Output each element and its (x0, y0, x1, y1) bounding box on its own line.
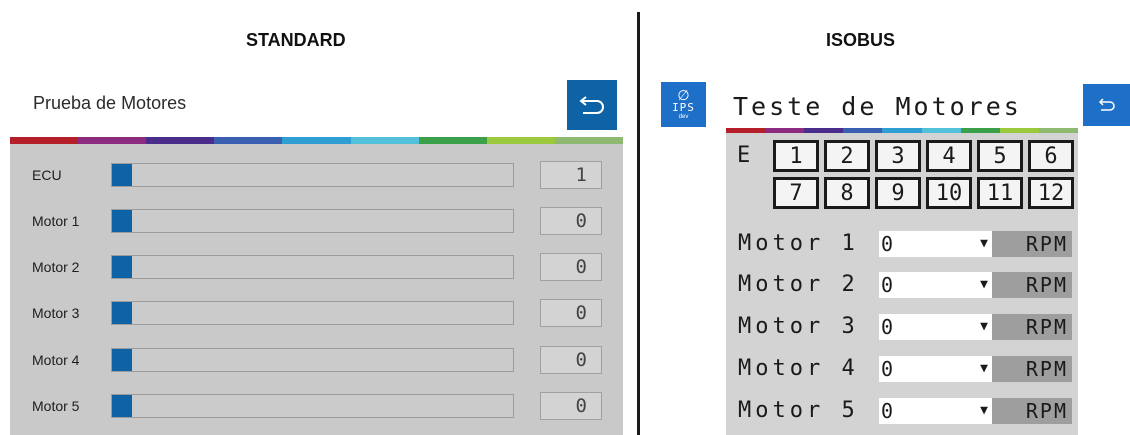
value-display: 0 (540, 346, 602, 374)
unit-label: RPM (992, 356, 1072, 382)
motor-test-panel: E 1 2 3 4 5 6 7 8 9 10 11 12 Motor 1 0 ▼ RPM Motor 2 0 ▼ RP… (726, 133, 1078, 435)
ecu-button-7[interactable]: 7 (773, 177, 819, 209)
color-stripe (10, 137, 623, 144)
progress-fill (112, 302, 133, 324)
stripe-segment (282, 137, 351, 144)
ecu-button-4[interactable]: 4 (926, 140, 972, 172)
motor-row: Motor 5 0 ▼ RPM (726, 398, 1078, 428)
value-display: 0 (540, 299, 602, 327)
back-button[interactable] (567, 80, 617, 130)
logo-subtext: dev (678, 114, 689, 120)
motor-row: Motor 4 0 (10, 340, 623, 380)
ecu-button-5[interactable]: 5 (977, 140, 1023, 172)
progress-fill (112, 210, 133, 232)
progress-fill (112, 395, 133, 417)
motor-row: Motor 3 0 (10, 293, 623, 333)
unit-label: RPM (992, 272, 1072, 298)
value-display: 0 (540, 392, 602, 420)
stripe-segment (214, 137, 283, 144)
progress-fill (112, 256, 133, 278)
rpm-select[interactable]: 0 ▼ (879, 272, 992, 298)
motor-label: Motor 4 (738, 356, 859, 381)
chevron-down-icon: ▼ (980, 277, 988, 292)
chevron-down-icon: ▼ (980, 361, 988, 376)
unit-label: RPM (992, 398, 1072, 424)
motor-row: Motor 2 0 ▼ RPM (726, 272, 1078, 302)
value-display: 0 (540, 207, 602, 235)
motor-label: Motor 5 (32, 398, 80, 414)
ecu-button-6[interactable]: 6 (1028, 140, 1074, 172)
select-value: 0 (881, 399, 894, 423)
back-button[interactable] (1083, 84, 1130, 126)
progress-fill (112, 164, 133, 186)
chevron-down-icon: ▼ (980, 403, 988, 418)
motor-label: ECU (32, 167, 62, 183)
rpm-select[interactable]: 0 ▼ (879, 356, 992, 382)
rpm-select[interactable]: 0 ▼ (879, 231, 992, 257)
select-value: 0 (881, 273, 894, 297)
progress-bar (111, 209, 514, 233)
rpm-select[interactable]: 0 ▼ (879, 314, 992, 340)
motor-row: ECU 1 (10, 155, 623, 195)
motor-label: Motor 1 (738, 231, 859, 256)
progress-bar (111, 348, 514, 372)
motor-label: Motor 2 (738, 272, 859, 297)
ecu-button-2[interactable]: 2 (824, 140, 870, 172)
progress-bar (111, 255, 514, 279)
ips-logo: ∅ IPS dev (661, 82, 706, 127)
unit-label: RPM (992, 231, 1072, 257)
ecu-button-8[interactable]: 8 (824, 177, 870, 209)
ecu-button-12[interactable]: 12 (1028, 177, 1074, 209)
progress-fill (112, 349, 133, 371)
motor-label: Motor 3 (32, 305, 80, 321)
value-display: 1 (540, 161, 602, 189)
ecu-button-9[interactable]: 9 (875, 177, 921, 209)
progress-bar (111, 394, 514, 418)
stripe-segment (554, 137, 623, 144)
unit-label: RPM (992, 314, 1072, 340)
motor-row: Motor 4 0 ▼ RPM (726, 356, 1078, 386)
rpm-select[interactable]: 0 ▼ (879, 398, 992, 424)
motor-label: Motor 2 (32, 259, 80, 275)
motor-row: Motor 5 0 (10, 386, 623, 426)
page-title: Teste de Motores (733, 92, 1022, 121)
select-value: 0 (881, 315, 894, 339)
page-title: Prueba de Motores (33, 93, 187, 113)
section-divider (637, 12, 640, 435)
chevron-down-icon: ▼ (980, 236, 988, 251)
stripe-segment (418, 137, 487, 144)
progress-bar (111, 163, 514, 187)
motor-label: Motor 3 (738, 314, 859, 339)
ecu-button-10[interactable]: 10 (926, 177, 972, 209)
progress-bar (111, 301, 514, 325)
back-arrow-icon (579, 96, 604, 114)
motor-label: Motor 4 (32, 352, 80, 368)
motor-row: Motor 1 0 (10, 201, 623, 241)
ecu-button-3[interactable]: 3 (875, 140, 921, 172)
motor-test-panel: ECU 1 Motor 1 0 Motor 2 0 Motor 3 0 Motor 4 0 Moto… (10, 144, 623, 435)
motor-label: Motor 5 (738, 398, 859, 423)
stripe-segment (78, 137, 147, 144)
select-value: 0 (881, 232, 894, 256)
isobus-section-title: ISOBUS (826, 30, 896, 50)
stripe-segment (10, 137, 79, 144)
stripe-segment (350, 137, 419, 144)
ecu-label: E (737, 143, 751, 168)
ecu-button-1[interactable]: 1 (773, 140, 819, 172)
standard-section-title: STANDARD (246, 30, 346, 50)
back-arrow-icon (1098, 98, 1115, 111)
chevron-down-icon: ▼ (980, 319, 988, 334)
logo-text: IPS (672, 101, 695, 114)
motor-label: Motor 1 (32, 213, 80, 229)
ecu-button-11[interactable]: 11 (977, 177, 1023, 209)
stripe-segment (486, 137, 555, 144)
motor-row: Motor 1 0 ▼ RPM (726, 231, 1078, 261)
value-display: 0 (540, 253, 602, 281)
stripe-segment (146, 137, 215, 144)
motor-row: Motor 2 0 (10, 247, 623, 287)
leaf-icon: ∅ (677, 87, 690, 103)
motor-row: Motor 3 0 ▼ RPM (726, 314, 1078, 344)
select-value: 0 (881, 357, 894, 381)
